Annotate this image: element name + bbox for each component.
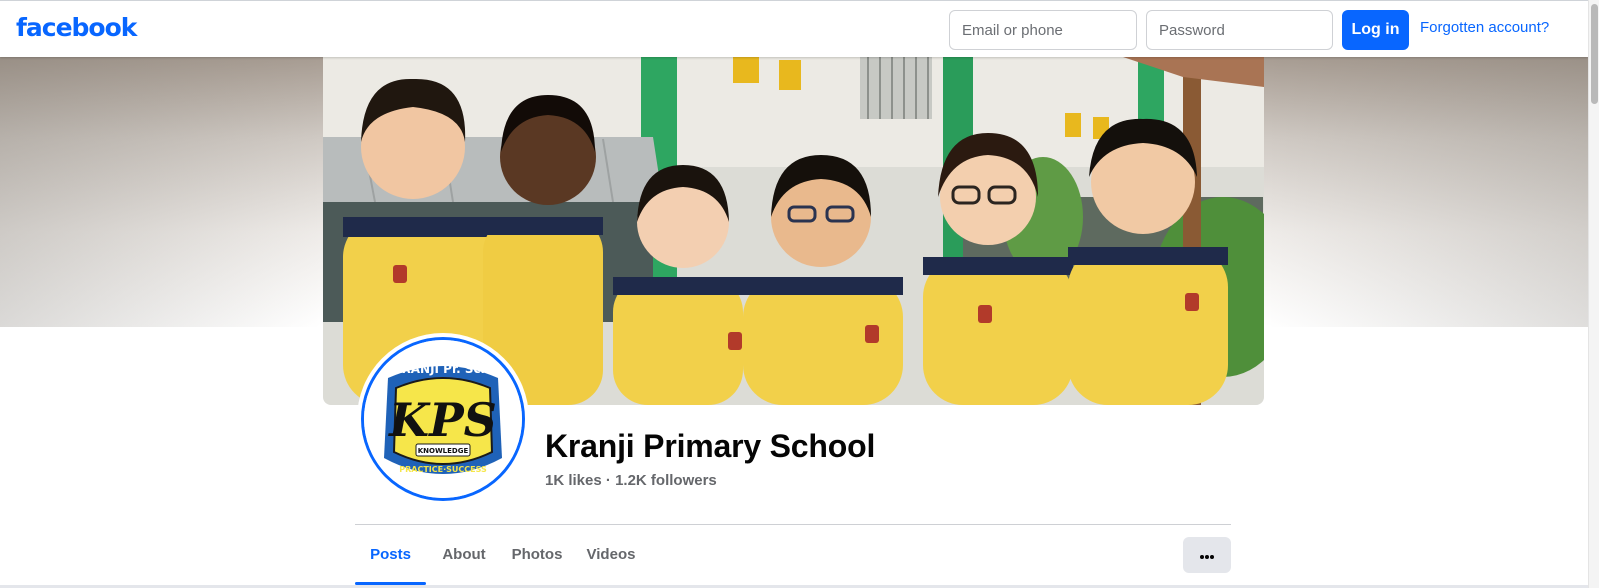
tab-videos[interactable]: Videos xyxy=(579,525,643,585)
more-horizontal-icon xyxy=(1199,548,1215,563)
page-title: Kranji Primary School xyxy=(545,428,876,464)
followers-count[interactable]: 1.2K followers xyxy=(615,472,717,489)
forgotten-account-link[interactable]: Forgotten account? xyxy=(1420,19,1549,36)
facebook-logo[interactable]: facebook xyxy=(16,13,137,42)
school-crest: KRANJI Pr. Sch. KPS KNOWLEDGE PRACTICE·S… xyxy=(361,337,525,501)
crest-banner-text: KNOWLEDGE xyxy=(418,447,469,455)
facebook-page: facebook Log in Forgotten account? xyxy=(0,0,1599,588)
crest-top-text: KRANJI Pr. Sch. xyxy=(392,362,494,376)
likes-count[interactable]: 1K likes xyxy=(545,472,602,489)
more-options-button[interactable] xyxy=(1183,537,1231,573)
password-field[interactable] xyxy=(1146,10,1333,50)
profile-picture[interactable]: KRANJI Pr. Sch. KPS KNOWLEDGE PRACTICE·S… xyxy=(357,333,529,505)
crest-bottom-text: PRACTICE·SUCCESS xyxy=(399,465,487,474)
tab-photos[interactable]: Photos xyxy=(503,525,571,585)
page-stats: 1K likes · 1.2K followers xyxy=(545,472,717,489)
stats-separator: · xyxy=(605,472,611,489)
scrollbar-thumb[interactable] xyxy=(1591,4,1598,104)
cover-backdrop-shade-right xyxy=(1268,57,1588,327)
crest-monogram: KPS xyxy=(387,393,497,447)
top-bar: facebook Log in Forgotten account? xyxy=(0,0,1588,57)
tab-posts[interactable]: Posts xyxy=(355,525,426,585)
scrollbar[interactable] xyxy=(1588,0,1599,588)
cover-backdrop-shade-left xyxy=(0,57,320,327)
email-field[interactable] xyxy=(949,10,1137,50)
tab-about[interactable]: About xyxy=(433,525,495,585)
login-button[interactable]: Log in xyxy=(1342,10,1409,50)
